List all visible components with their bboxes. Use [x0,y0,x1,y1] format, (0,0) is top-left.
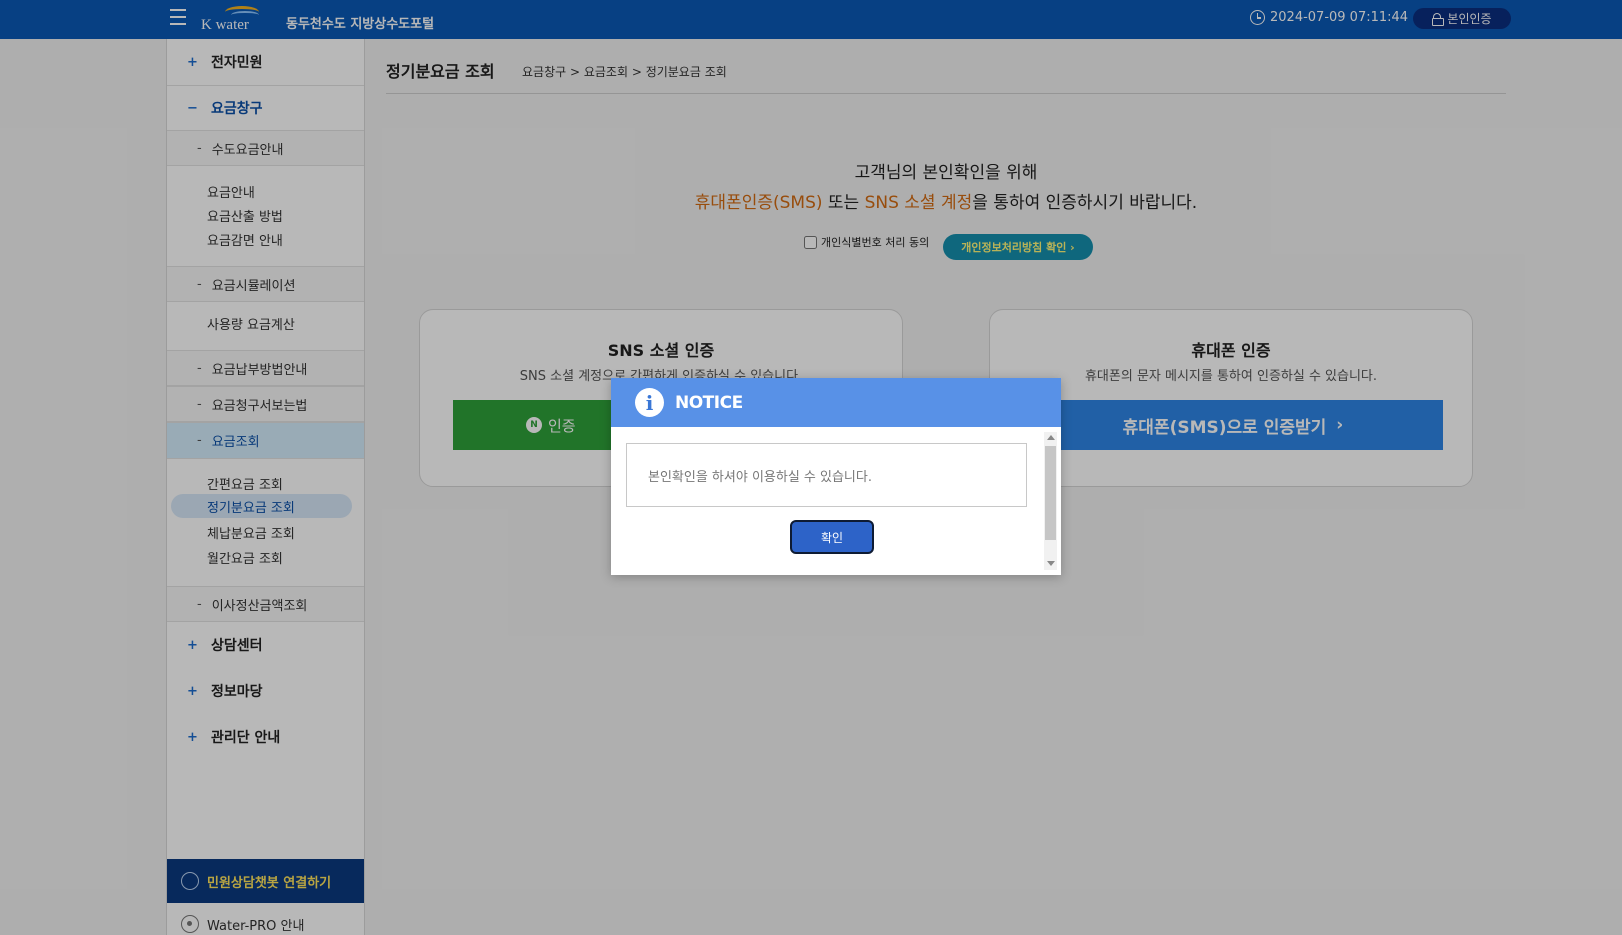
modal-message: 본인확인을 하셔야 이용하실 수 있습니다. [626,443,1027,507]
modal-header: i NOTICE [611,378,1061,427]
info-icon: i [635,388,664,417]
notice-modal: i NOTICE 본인확인을 하셔야 이용하실 수 있습니다. 확인 [611,378,1061,575]
confirm-button[interactable]: 확인 [790,520,874,554]
scroll-down-icon[interactable] [1047,561,1055,566]
modal-scrollbar[interactable] [1044,432,1057,570]
scroll-up-icon[interactable] [1047,435,1055,440]
scroll-thumb[interactable] [1045,446,1056,540]
modal-title: NOTICE [675,392,743,413]
